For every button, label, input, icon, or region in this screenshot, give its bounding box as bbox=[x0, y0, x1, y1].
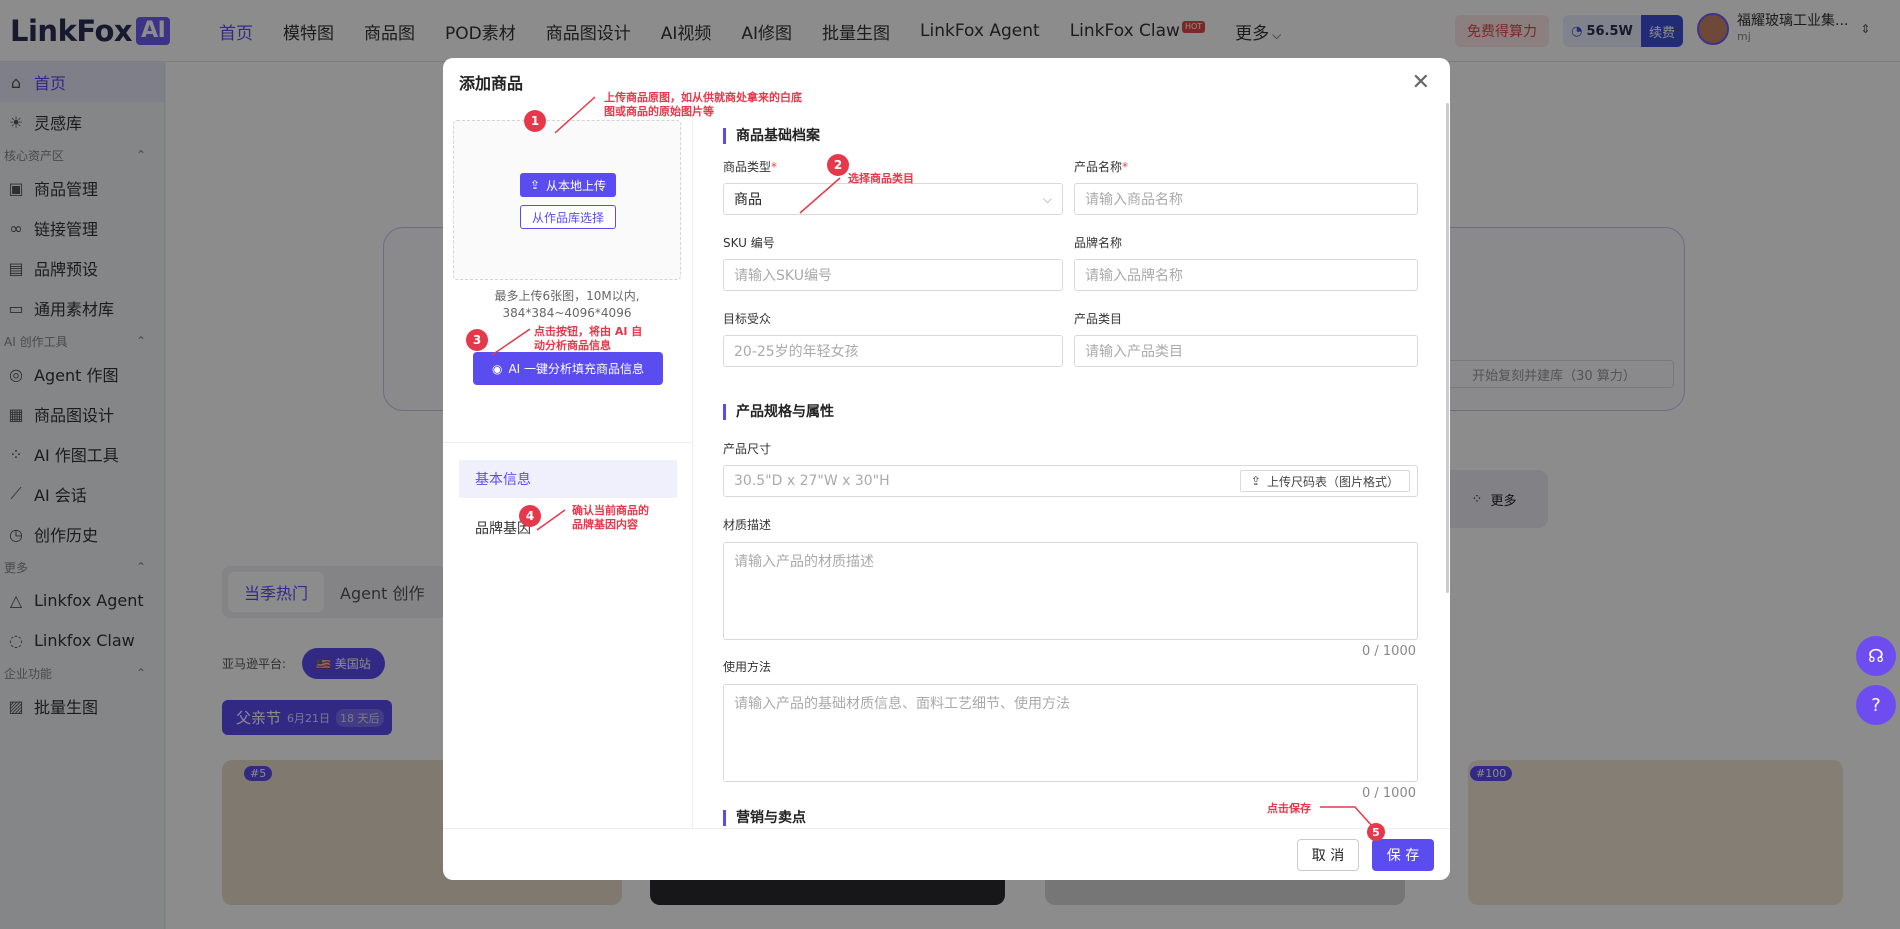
divider bbox=[443, 442, 693, 443]
section-marketing: 营销与卖点 bbox=[723, 810, 806, 826]
name-label: 产品名称* bbox=[1074, 158, 1128, 175]
upload-local-button[interactable]: ⇪ 从本地上传 bbox=[520, 173, 616, 197]
audience-label: 目标受众 bbox=[723, 312, 772, 326]
annotation-note-1-line2: 图或商品的原始图片等 bbox=[604, 105, 714, 118]
material-label: 材质描述 bbox=[723, 518, 772, 532]
save-button[interactable]: 保 存 bbox=[1372, 839, 1434, 871]
modal-title: 添加商品 bbox=[459, 74, 524, 93]
left-panel: ⇪ 从本地上传 从作品库选择 最多上传6张图，10M以内, 384*384~4096… bbox=[443, 98, 693, 828]
material-textarea[interactable]: 请输入产品的材质描述 bbox=[723, 542, 1418, 640]
annotation-note-3-line1: 点击按钮，将由 AI 自 bbox=[534, 325, 643, 338]
type-select[interactable]: 商品 ⌵ bbox=[723, 183, 1063, 215]
annotation-note-3-line2: 动分析商品信息 bbox=[534, 339, 611, 352]
help-fab[interactable]: ? bbox=[1856, 685, 1896, 725]
annotation-note-1-line1: 上传商品原图，如从供就商处拿来的白底 bbox=[604, 91, 802, 104]
name-label-text: 产品名称 bbox=[1074, 160, 1123, 174]
audience-input[interactable]: 20-25岁的年轻女孩 bbox=[723, 335, 1063, 367]
modal-footer: 取 消 保 存 bbox=[443, 828, 1450, 880]
annotation-marker-1: 1 bbox=[524, 110, 546, 132]
product-name-input[interactable]: 请输入商品名称 bbox=[1074, 183, 1418, 215]
upload-hint-line1: 最多上传6张图，10M以内, bbox=[494, 289, 640, 303]
type-label-text: 商品类型 bbox=[723, 160, 772, 174]
annotation-note-1: 上传商品原图，如从供就商处拿来的白底 图或商品的原始图片等 bbox=[604, 91, 802, 119]
annotation-marker-5: 5 bbox=[1367, 823, 1385, 841]
required-mark: * bbox=[1122, 160, 1129, 174]
annotation-marker-4: 4 bbox=[519, 505, 541, 527]
material-counter: 0 / 1000 bbox=[1362, 644, 1416, 659]
form-panel: 商品基础档案 商品类型* 商品 ⌵ 产品名称* 请输入商品名称 SKU 编号 请输… bbox=[693, 98, 1450, 828]
category-input[interactable]: 请输入产品类目 bbox=[1074, 335, 1418, 367]
required-mark: * bbox=[771, 160, 778, 174]
annotation-note-2: 选择商品类目 bbox=[848, 172, 914, 185]
close-icon[interactable]: ✕ bbox=[1412, 70, 1430, 95]
type-value: 商品 bbox=[734, 192, 762, 208]
upload-area[interactable]: ⇪ 从本地上传 从作品库选择 bbox=[453, 120, 681, 280]
headset-icon: ☊ bbox=[1868, 645, 1884, 667]
annotation-note-4-line2: 品牌基因内容 bbox=[572, 518, 638, 531]
ai-analyze-button[interactable]: ◉ AI 一键分析填充商品信息 bbox=[473, 352, 663, 385]
scrollbar[interactable] bbox=[1446, 103, 1449, 593]
add-product-modal: 添加商品 ✕ ⇪ 从本地上传 从作品库选择 最多上传6张图，10M以内, 384*3… bbox=[443, 58, 1450, 880]
sku-input[interactable]: 请输入SKU编号 bbox=[723, 259, 1063, 291]
annotation-note-3: 点击按钮，将由 AI 自动分析商品信息 bbox=[534, 325, 642, 353]
upload-size-chart-button[interactable]: ⇪ 上传尺码表（图片格式） bbox=[1239, 470, 1410, 492]
ai-analyze-label: AI 一键分析填充商品信息 bbox=[508, 362, 645, 376]
upload-local-label: 从本地上传 bbox=[546, 178, 607, 193]
annotation-note-5: 点击保存 bbox=[1267, 802, 1311, 815]
size-input[interactable]: 30.5"D x 27"W x 30"H ⇪ 上传尺码表（图片格式） bbox=[723, 465, 1418, 497]
cancel-button[interactable]: 取 消 bbox=[1297, 839, 1359, 871]
usage-textarea[interactable]: 请输入产品的基础材质信息、面料工艺细节、使用方法 bbox=[723, 684, 1418, 782]
size-placeholder: 30.5"D x 27"W x 30"H bbox=[734, 473, 890, 489]
ai-icon: ◉ bbox=[491, 361, 503, 376]
brand-input[interactable]: 请输入品牌名称 bbox=[1074, 259, 1418, 291]
annotation-note-4: 确认当前商品的 品牌基因内容 bbox=[572, 504, 649, 532]
annotation-marker-3: 3 bbox=[466, 329, 488, 351]
upload-hint: 最多上传6张图，10M以内, 384*384~4096*4096 bbox=[453, 288, 681, 322]
chevron-down-icon: ⌵ bbox=[1042, 191, 1052, 206]
type-label: 商品类型* bbox=[723, 158, 777, 175]
annotation-note-4-line1: 确认当前商品的 bbox=[572, 504, 649, 517]
size-chart-label: 上传尺码表（图片格式） bbox=[1266, 474, 1399, 489]
section-basic: 商品基础档案 bbox=[723, 128, 820, 144]
question-icon: ? bbox=[1871, 694, 1881, 716]
brand-label: 品牌名称 bbox=[1074, 236, 1123, 250]
usage-counter: 0 / 1000 bbox=[1362, 786, 1416, 801]
upload-icon: ⇪ bbox=[1250, 474, 1261, 488]
nav-basic-info[interactable]: 基本信息 bbox=[459, 460, 677, 498]
sku-label: SKU 编号 bbox=[723, 236, 775, 250]
upload-hint-line2: 384*384~4096*4096 bbox=[502, 306, 632, 320]
usage-label: 使用方法 bbox=[723, 660, 772, 674]
annotation-marker-2: 2 bbox=[827, 154, 849, 176]
upload-icon: ⇪ bbox=[529, 178, 541, 192]
size-label: 产品尺寸 bbox=[723, 442, 772, 456]
support-fab[interactable]: ☊ bbox=[1856, 636, 1896, 676]
choose-library-button[interactable]: 从作品库选择 bbox=[520, 205, 616, 229]
section-spec: 产品规格与属性 bbox=[723, 404, 834, 420]
category-label: 产品类目 bbox=[1074, 312, 1123, 326]
